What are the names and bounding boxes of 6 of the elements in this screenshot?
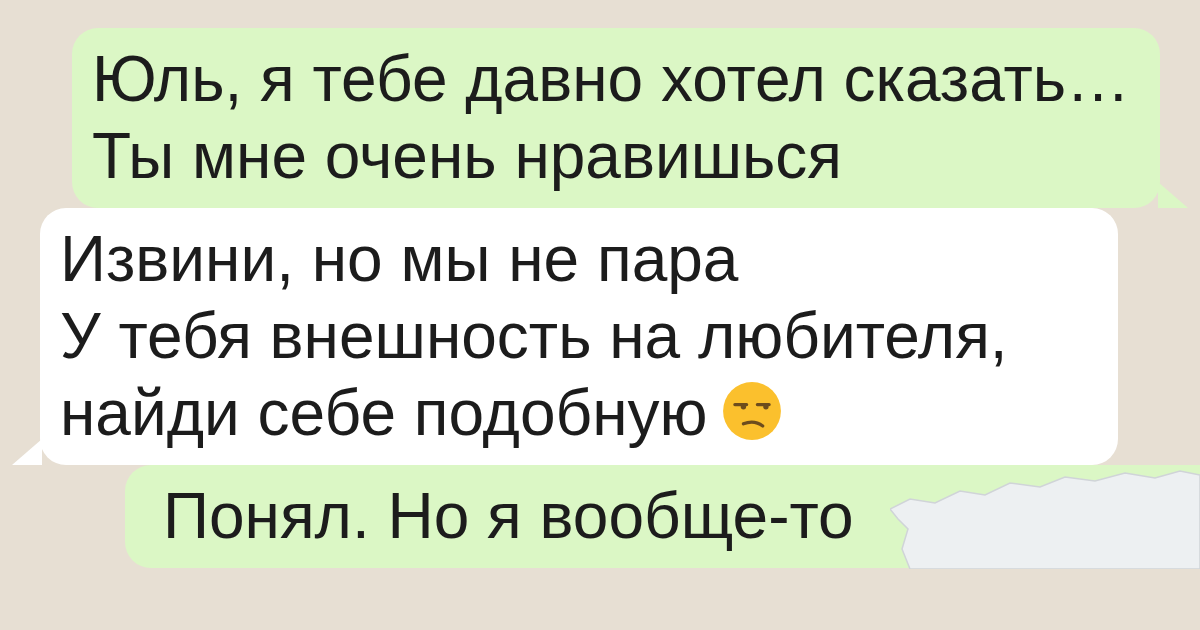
message-text: Извини, но мы не пара bbox=[60, 222, 739, 297]
message-text: Ты мне очень нравишься bbox=[92, 119, 842, 194]
message-text: Юль, я тебе давно хотел сказать… bbox=[92, 42, 1131, 117]
message-text: У тебя внешность на любителя, bbox=[60, 299, 1008, 374]
message-text: Понял. Но я вообще-то bbox=[163, 479, 854, 554]
message-text: найди себе подобную bbox=[60, 375, 782, 452]
